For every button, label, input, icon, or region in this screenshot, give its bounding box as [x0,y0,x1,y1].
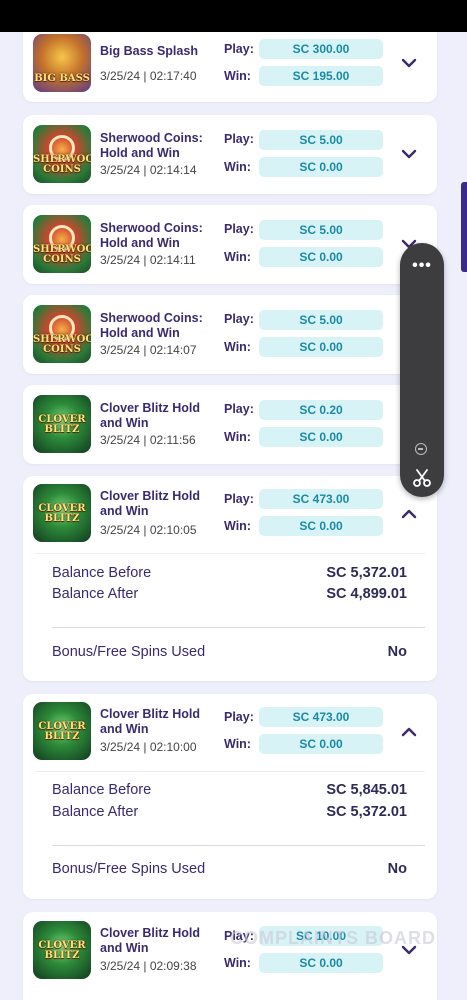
win-label: Win: [224,160,251,174]
divider [35,553,425,554]
win-amount: SC 0.00 [259,337,383,357]
balance-after-value: SC 5,372.01 [326,804,407,820]
thumbnail-title: CLOVER BLITZ [38,414,86,435]
thumbnail-title: CLOVER BLITZ [38,503,86,524]
play-label: Play: [224,312,254,326]
thumbnail-title: SHERWOOD COINS [33,244,91,265]
floating-toolbar[interactable]: ••• [400,243,444,497]
game-thumbnail: SHERWOOD COINS [33,125,91,183]
win-label: Win: [224,956,251,970]
play-label: Play: [224,402,254,416]
win-label: Win: [224,250,251,264]
thumbnail-title: BIG BASS [34,73,90,84]
play-label: Play: [224,710,254,724]
win-amount: SC 0.00 [259,157,383,177]
played-at: 3/25/24 | 02:10:05 [100,523,197,537]
divider [35,771,425,772]
thumbnail-title: SHERWOOD COINS [33,334,91,355]
game-thumbnail: SHERWOOD COINS [33,215,91,273]
game-name: Sherwood Coins: Hold and Win [100,311,203,340]
chevron-down-icon[interactable] [398,143,420,165]
history-card[interactable]: BIG BASS Big Bass Splash 3/25/24 | 02:17… [23,32,437,102]
bonus-value: No [387,861,407,877]
play-label: Play: [224,222,254,236]
game-name: Clover Blitz Hold and Win [100,401,201,430]
history-card-expanded[interactable]: CLOVER BLITZ Clover Blitz Hold and Win 3… [23,694,437,899]
play-label: Play: [224,132,254,146]
divider [52,845,425,846]
win-label: Win: [224,519,251,533]
play-label: Play: [224,42,254,56]
game-name: Clover Blitz Hold and Win [100,926,201,955]
played-at: 3/25/24 | 02:11:56 [100,433,196,447]
play-amount: SC 0.20 [259,400,383,420]
played-at: 3/25/24 | 02:17:40 [100,69,197,83]
win-amount: SC 0.00 [259,953,383,973]
game-thumbnail: CLOVER BLITZ [33,484,91,542]
game-name: Big Bass Splash [100,44,198,58]
game-name: Sherwood Coins: Hold and Win [100,131,203,160]
played-at: 3/25/24 | 02:14:11 [100,253,196,267]
balance-before-label: Balance Before [52,565,152,581]
play-amount: SC 473.00 [259,707,383,727]
win-amount: SC 0.00 [259,734,383,754]
history-card[interactable]: SHERWOOD COINS Sherwood Coins: Hold and … [23,205,437,284]
history-card[interactable]: SHERWOOD COINS Sherwood Coins: Hold and … [23,115,437,194]
bonus-value: No [387,644,407,660]
game-name: Clover Blitz Hold and Win [100,489,201,518]
game-thumbnail: BIG BASS [33,34,91,92]
history-card[interactable]: CLOVER BLITZ Clover Blitz Hold and Win 3… [23,912,437,1000]
play-amount: SC 473.00 [259,489,383,509]
win-amount: SC 0.00 [259,516,383,536]
history-card[interactable]: SHERWOOD COINS Sherwood Coins: Hold and … [23,295,437,374]
game-thumbnail: SHERWOOD COINS [33,305,91,363]
chevron-up-icon[interactable] [398,721,420,743]
play-amount: SC 300.00 [259,39,383,59]
played-at: 3/25/24 | 02:10:00 [100,740,197,754]
win-amount: SC 195.00 [259,66,383,86]
win-label: Win: [224,69,251,83]
thumbnail-title: CLOVER BLITZ [38,721,86,742]
balance-after-value: SC 4,899.01 [326,586,407,602]
zoom-out-icon[interactable] [415,443,427,455]
win-label: Win: [224,340,251,354]
status-bar [0,0,467,32]
thumbnail-title: CLOVER BLITZ [38,940,86,961]
played-at: 3/25/24 | 02:14:14 [100,163,197,177]
history-card[interactable]: CLOVER BLITZ Clover Blitz Hold and Win 3… [23,385,437,464]
scissors-icon[interactable] [411,467,433,494]
game-thumbnail: CLOVER BLITZ [33,395,91,453]
thumbnail-title: SHERWOOD COINS [33,154,91,175]
balance-before-value: SC 5,372.01 [326,565,407,581]
played-at: 3/25/24 | 02:09:38 [100,959,197,973]
balance-after-label: Balance After [52,586,139,602]
game-thumbnail: CLOVER BLITZ [33,702,91,760]
scrollbar-thumb[interactable] [461,182,467,272]
balance-before-label: Balance Before [52,782,152,798]
win-label: Win: [224,430,251,444]
play-amount: SC 5.00 [259,220,383,240]
bonus-label: Bonus/Free Spins Used [52,861,206,877]
chevron-down-icon[interactable] [398,52,420,74]
win-amount: SC 0.00 [259,247,383,267]
game-name: Sherwood Coins: Hold and Win [100,221,203,250]
watermark: COMPLAINTS BOARD [230,928,436,948]
divider [52,627,425,628]
more-dots-icon[interactable]: ••• [400,257,444,275]
play-label: Play: [224,492,254,506]
play-amount: SC 5.00 [259,130,383,150]
bonus-label: Bonus/Free Spins Used [52,644,206,660]
balance-before-value: SC 5,845.01 [326,782,407,798]
play-amount: SC 5.00 [259,310,383,330]
game-thumbnail: CLOVER BLITZ [33,921,91,979]
balance-after-label: Balance After [52,804,139,820]
played-at: 3/25/24 | 02:14:07 [100,343,197,357]
win-label: Win: [224,737,251,751]
chevron-up-icon[interactable] [398,503,420,525]
history-card-expanded[interactable]: CLOVER BLITZ Clover Blitz Hold and Win 3… [23,476,437,681]
win-amount: SC 0.00 [259,427,383,447]
game-name: Clover Blitz Hold and Win [100,707,201,736]
